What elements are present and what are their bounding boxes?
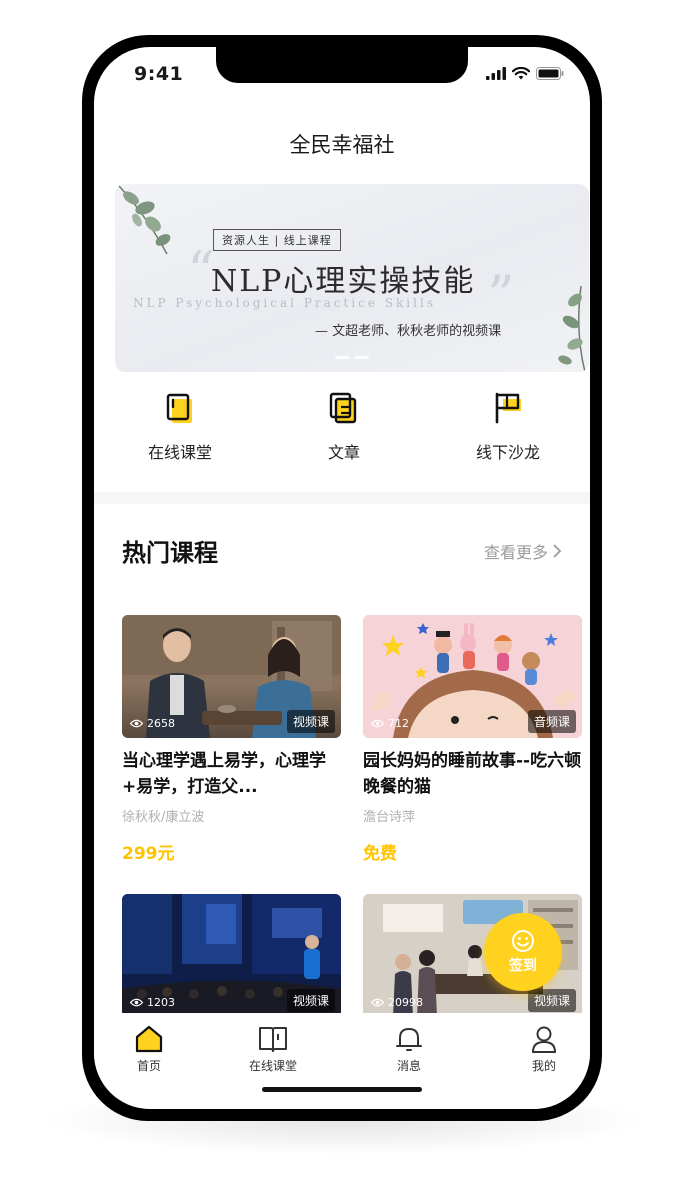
- banner-title: NLP心理实操技能: [211, 264, 476, 299]
- course-title: 当心理学遇上易学，心理学+易学，打造父...: [122, 751, 326, 797]
- view-count-value: 20998: [388, 996, 423, 1009]
- course-thumbnail: 2658 视频课: [122, 615, 341, 738]
- bottom-tab-bar: 首页 在线课堂 消息 我的: [94, 1013, 590, 1109]
- quick-entry-articles[interactable]: 文章: [262, 391, 426, 463]
- view-count-value: 1203: [147, 996, 175, 1009]
- tab-online-class[interactable]: 在线课堂: [218, 1025, 328, 1074]
- eye-icon: [371, 998, 384, 1007]
- course-type-badge: 视频课: [527, 989, 576, 1012]
- section-divider: [94, 492, 590, 504]
- chevron-right-icon: [553, 544, 562, 558]
- tab-label: 首页: [136, 1059, 161, 1073]
- course-price: 免费: [363, 844, 397, 864]
- section-title: 热门课程: [122, 539, 218, 567]
- view-count: 1203: [130, 996, 175, 1009]
- quick-entry-label: 在线课堂: [147, 443, 212, 462]
- course-type-badge: 视频课: [286, 989, 335, 1012]
- user-icon: [532, 1026, 556, 1053]
- notch: [216, 47, 468, 83]
- course-price: 299元: [122, 844, 175, 864]
- home-icon: [135, 1025, 163, 1053]
- view-count-value: 2658: [147, 717, 175, 730]
- banner-subtitle: — 文超老师、秋秋老师的视频课: [315, 324, 502, 339]
- eye-icon: [371, 719, 384, 728]
- home-indicator: [262, 1087, 422, 1092]
- wifi-icon: [512, 67, 530, 80]
- course-thumbnail: 1203 视频课: [122, 894, 341, 1017]
- view-count-value: 712: [388, 717, 409, 730]
- see-more-link[interactable]: 查看更多: [484, 539, 562, 563]
- tab-label: 我的: [531, 1059, 556, 1073]
- tab-home[interactable]: 首页: [94, 1025, 204, 1074]
- view-count: 2658: [130, 717, 175, 730]
- banner-carousel[interactable]: 资源人生 | 线上课程 “ NLP心理实操技能 ” NLP Psychologi…: [115, 184, 589, 372]
- tab-label: 消息: [396, 1059, 421, 1073]
- banner-subtitle-en: NLP Psychological Practice Skills: [133, 296, 436, 310]
- quick-entry-label: 文章: [327, 443, 360, 462]
- tab-messages[interactable]: 消息: [354, 1025, 464, 1074]
- bell-icon: [396, 1028, 422, 1051]
- course-card[interactable]: 2658 视频课 当心理学遇上易学，心理学+易学，打造父... 徐秋秋/康立波 …: [122, 615, 341, 864]
- battery-icon: [536, 67, 564, 80]
- flag-icon: [495, 392, 521, 424]
- leaf-decoration-top: [118, 185, 171, 255]
- course-type-badge: 音频课: [527, 710, 576, 733]
- sign-in-button[interactable]: 签到: [484, 913, 562, 991]
- eye-icon: [130, 998, 143, 1007]
- view-count: 712: [371, 717, 409, 730]
- carousel-indicator: [115, 356, 589, 359]
- app-screen: 9:41 全民幸福社 资源人生 | 线上课程 “ NLP心理实操技能 ” NLP…: [94, 47, 590, 1109]
- eye-icon: [130, 719, 143, 728]
- quick-entry-row: 在线课堂 文章 线下沙龙: [94, 391, 590, 463]
- book-icon: [166, 393, 192, 423]
- status-icons: [486, 67, 564, 80]
- course-thumbnail: 712 音频课: [363, 615, 582, 738]
- banner-tag: 资源人生 | 线上课程: [213, 229, 341, 251]
- signal-icon: [486, 67, 506, 80]
- quote-mark-right: ”: [487, 264, 515, 327]
- course-author: 徐秋秋/康立波: [122, 810, 205, 825]
- see-more-label: 查看更多: [483, 543, 548, 562]
- tab-label: 在线课堂: [248, 1059, 297, 1073]
- course-author: 澹台诗萍: [363, 810, 416, 825]
- tab-profile[interactable]: 我的: [489, 1025, 590, 1074]
- smile-icon: [512, 930, 534, 952]
- course-type-badge: 视频课: [286, 710, 335, 733]
- sign-in-label: 签到: [509, 958, 537, 974]
- course-card[interactable]: 1203 视频课: [122, 894, 341, 1017]
- status-time: 9:41: [134, 63, 184, 85]
- view-count: 20998: [371, 996, 423, 1009]
- hot-courses-header: 热门课程 查看更多: [120, 533, 562, 567]
- open-book-icon: [259, 1027, 287, 1052]
- quick-entry-salon[interactable]: 线下沙龙: [426, 391, 590, 463]
- course-title: 园长妈妈的睡前故事--吃六顿晚餐的猫: [363, 751, 582, 797]
- phone-frame: 9:41 全民幸福社 资源人生 | 线上课程 “ NLP心理实操技能 ” NLP…: [82, 35, 602, 1121]
- document-icon: [329, 392, 357, 424]
- quick-entry-online-class[interactable]: 在线课堂: [98, 391, 262, 463]
- course-card[interactable]: 712 音频课 园长妈妈的睡前故事--吃六顿晚餐的猫 澹台诗萍 免费: [363, 615, 582, 864]
- page-title: 全民幸福社: [289, 133, 395, 157]
- quick-entry-label: 线下沙龙: [475, 443, 540, 462]
